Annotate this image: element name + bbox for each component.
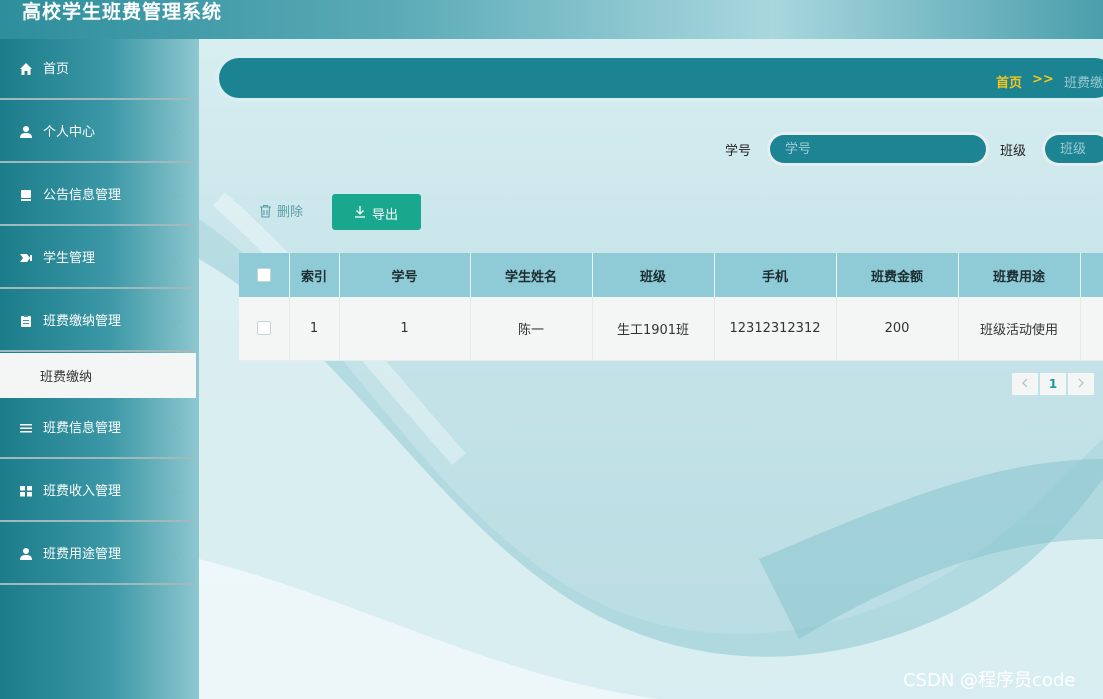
clipboard-icon [18,314,34,330]
sidebar-item-fee-info[interactable]: 班费信息管理 [0,398,194,459]
download-icon [355,206,365,218]
column-header[interactable]: 班级 [592,253,715,297]
select-all-cell [239,253,290,297]
column-header[interactable]: 学号 [339,253,471,297]
sidebar-item-label: 公告信息管理 [43,188,122,203]
sidebar-item-label: 班费信息管理 [43,421,122,436]
sidebar-item-personal-center[interactable]: 个人中心 [0,102,194,163]
column-header[interactable]: 班费用途 [958,253,1081,297]
page-number-current[interactable]: 1 [1040,373,1066,395]
breadcrumb: 首页 >> 班费缴纳 [215,54,1103,102]
table-header-row: 索引 学号 学生姓名 班级 手机 班费金额 班费用途 [239,253,1103,297]
breadcrumb-separator: >> [1032,72,1054,87]
cell-class: 生工1901班 [592,297,715,361]
cell-student-name: 陈一 [470,297,593,361]
user-icon [18,547,34,563]
sidebar-item-label: 个人中心 [43,125,96,140]
column-header[interactable]: 学生姓名 [470,253,593,297]
column-header[interactable]: 索引 [289,253,340,297]
chevron-down-icon [172,489,182,495]
notice-icon [18,188,34,204]
students-icon [18,251,34,267]
sidebar-item-label: 班费收入管理 [43,484,122,499]
sidebar: 首页 个人中心 公告信息管理 学生管理 班费缴纳管理 班费缴纳 班费信息管理 班… [0,39,199,699]
breadcrumb-bar: 首页 >> 班费缴纳 [219,58,1103,98]
sidebar-item-notice[interactable]: 公告信息管理 [0,165,194,226]
sidebar-item-fee-income[interactable]: 班费收入管理 [0,461,194,522]
chevron-down-icon [172,319,182,325]
grid-icon [18,484,34,500]
list-icon [18,421,34,437]
chevron-left-icon [1022,378,1028,388]
next-page-button[interactable] [1068,373,1094,395]
data-table: 索引 学号 学生姓名 班级 手机 班费金额 班费用途 1 1 陈一 生工1901… [239,253,1103,361]
sidebar-item-label: 首页 [43,62,70,77]
breadcrumb-home-link[interactable]: 首页 [996,72,1022,91]
select-all-checkbox[interactable] [256,268,271,282]
export-button-label: 导出 [372,208,399,223]
row-checkbox[interactable] [256,321,271,336]
cell-amount: 200 [836,297,959,361]
cell-actions [1080,297,1103,361]
search-student-id-wrapper [767,132,989,166]
watermark: CSDN @程序员code [903,670,1076,691]
export-button[interactable]: 导出 [332,194,421,230]
chevron-down-icon [172,130,182,136]
sidebar-subitem-fee-payment[interactable]: 班费缴纳 [0,353,196,398]
sidebar-item-label: 班费用途管理 [43,547,122,562]
chevron-down-icon [172,552,182,558]
search-student-id-label: 学号 [725,144,752,159]
sidebar-item-home[interactable]: 首页 [0,39,194,100]
app-title: 高校学生班费管理系统 [22,1,223,23]
cell-usage: 班级活动使用 [958,297,1081,361]
sidebar-item-fee-payment[interactable]: 班费缴纳管理 [0,291,194,352]
delete-button[interactable]: 删除 [259,201,303,223]
trash-icon [260,204,271,218]
column-header-actions [1080,253,1103,297]
chevron-down-icon [172,256,182,262]
cell-phone: 12312312312 [714,297,837,361]
cell-index: 1 [289,297,340,361]
column-header[interactable]: 班费金额 [836,253,959,297]
sidebar-item-label: 学生管理 [43,251,96,266]
chevron-down-icon [172,426,182,432]
main-content: 首页 >> 班费缴纳 学号 班级 删除 导出 索引 学号 学生姓名 班级 手机 [199,39,1103,699]
sidebar-item-students[interactable]: 学生管理 [0,228,194,289]
top-header: 高校学生班费管理系统 [0,0,1103,39]
home-icon [18,62,34,78]
delete-button-label: 删除 [277,205,304,220]
chevron-down-icon [172,193,182,199]
search-class-label: 班级 [1000,144,1027,159]
prev-page-button[interactable] [1012,373,1038,395]
chevron-right-icon [1078,378,1084,388]
column-header[interactable]: 手机 [714,253,837,297]
sidebar-item-fee-usage[interactable]: 班费用途管理 [0,524,194,585]
cell-student-id: 1 [339,297,471,361]
search-class-wrapper [1042,132,1103,166]
sidebar-item-label: 班费缴纳管理 [43,314,122,329]
sidebar-subitem-label: 班费缴纳 [40,370,93,385]
row-select-cell [239,297,290,361]
search-class-input[interactable] [1045,135,1103,163]
user-icon [18,125,34,141]
table-row: 1 1 陈一 生工1901班 12312312312 200 班级活动使用 [239,297,1103,361]
breadcrumb-current: 班费缴纳 [1064,76,1103,91]
search-student-id-input[interactable] [770,135,986,163]
